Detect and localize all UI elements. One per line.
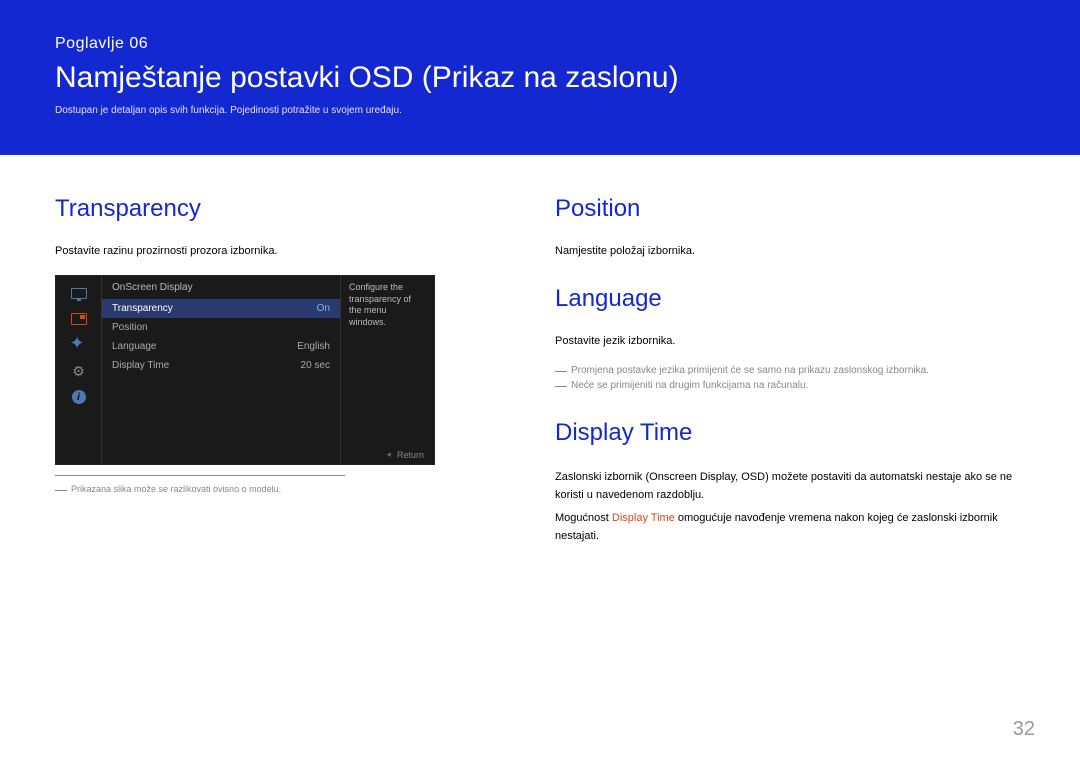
section-transparency: Transparency Postavite razinu prozirnost… xyxy=(55,195,500,494)
info-icon: i xyxy=(70,390,88,404)
gear-icon xyxy=(70,364,88,378)
section-desc-language: Postavite jezik izbornika. xyxy=(555,335,1025,347)
content-area: Transparency Postavite razinu prozirnost… xyxy=(0,155,1080,573)
left-column: Transparency Postavite razinu prozirnost… xyxy=(55,195,500,573)
section-desc-transparency: Postavite razinu prozirnosti prozora izb… xyxy=(55,245,500,257)
pip-icon xyxy=(70,312,88,326)
chapter-header: Poglavlje 06 Namještanje postavki OSD (P… xyxy=(0,0,1080,155)
display-time-p1: Zaslonski izbornik (Onscreen Display, OS… xyxy=(555,469,1025,504)
footnote-text: Prikazana slika može se razlikovati ovis… xyxy=(71,484,281,494)
osd-menu: OnScreen Display Transparency On Positio… xyxy=(101,276,341,464)
osd-item-value: 20 sec xyxy=(301,360,330,371)
osd-description: Configure the transparency of the menu w… xyxy=(341,276,434,464)
section-language: Language Postavite jezik izbornika. Prom… xyxy=(555,285,1025,391)
section-display-time: Display Time Zaslonski izbornik (Onscree… xyxy=(555,419,1025,545)
position-icon xyxy=(70,338,88,352)
page-title: Namještanje postavki OSD (Prikaz na zasl… xyxy=(55,61,1025,95)
osd-item-label: Display Time xyxy=(112,360,169,371)
section-title-language: Language xyxy=(555,285,1025,313)
right-column: Position Namjestite položaj izbornika. L… xyxy=(555,195,1025,573)
section-title-transparency: Transparency xyxy=(55,195,500,223)
osd-screenshot: i OnScreen Display Transparency On Posit… xyxy=(55,275,435,465)
note-text: Promjena postavke jezika primijenit će s… xyxy=(571,365,929,376)
osd-main: OnScreen Display Transparency On Positio… xyxy=(101,276,434,464)
dash-icon xyxy=(55,490,67,491)
section-title-position: Position xyxy=(555,195,1025,223)
section-title-display-time: Display Time xyxy=(555,419,1025,447)
osd-row-transparency: Transparency On xyxy=(102,299,340,318)
dash-icon xyxy=(555,371,567,372)
language-note-1: Promjena postavke jezika primijenit će s… xyxy=(555,365,1025,376)
section-position: Position Namjestite položaj izbornika. xyxy=(555,195,1025,257)
osd-sidebar: i xyxy=(56,276,101,464)
osd-return-label: Return xyxy=(376,445,434,464)
section-desc-position: Namjestite položaj izbornika. xyxy=(555,245,1025,257)
footnote: Prikazana slika može se razlikovati ovis… xyxy=(55,484,500,494)
display-time-p2: Mogućnost Display Time omogućuje navođen… xyxy=(555,510,1025,545)
language-note-2: Neće se primijeniti na drugim funkcijama… xyxy=(555,380,1025,391)
osd-menu-title: OnScreen Display xyxy=(102,276,340,299)
osd-row-displaytime: Display Time 20 sec xyxy=(102,356,340,375)
page-subtitle: Dostupan je detaljan opis svih funkcija.… xyxy=(55,105,1025,116)
osd-item-value: English xyxy=(297,341,330,352)
p2-a: Mogućnost xyxy=(555,512,612,524)
osd-item-label: Transparency xyxy=(112,303,173,314)
page-number: 32 xyxy=(1013,718,1035,741)
note-text: Neće se primijeniti na drugim funkcijama… xyxy=(571,380,808,391)
monitor-icon xyxy=(70,286,88,300)
chapter-label: Poglavlje 06 xyxy=(55,35,1025,53)
osd-row-position: Position xyxy=(102,318,340,337)
osd-item-label: Language xyxy=(112,341,157,352)
osd-item-value: On xyxy=(317,303,330,314)
osd-row-language: Language English xyxy=(102,337,340,356)
osd-item-label: Position xyxy=(112,322,148,333)
footnote-divider xyxy=(55,475,345,476)
p2-highlight: Display Time xyxy=(612,512,675,524)
dash-icon xyxy=(555,386,567,387)
